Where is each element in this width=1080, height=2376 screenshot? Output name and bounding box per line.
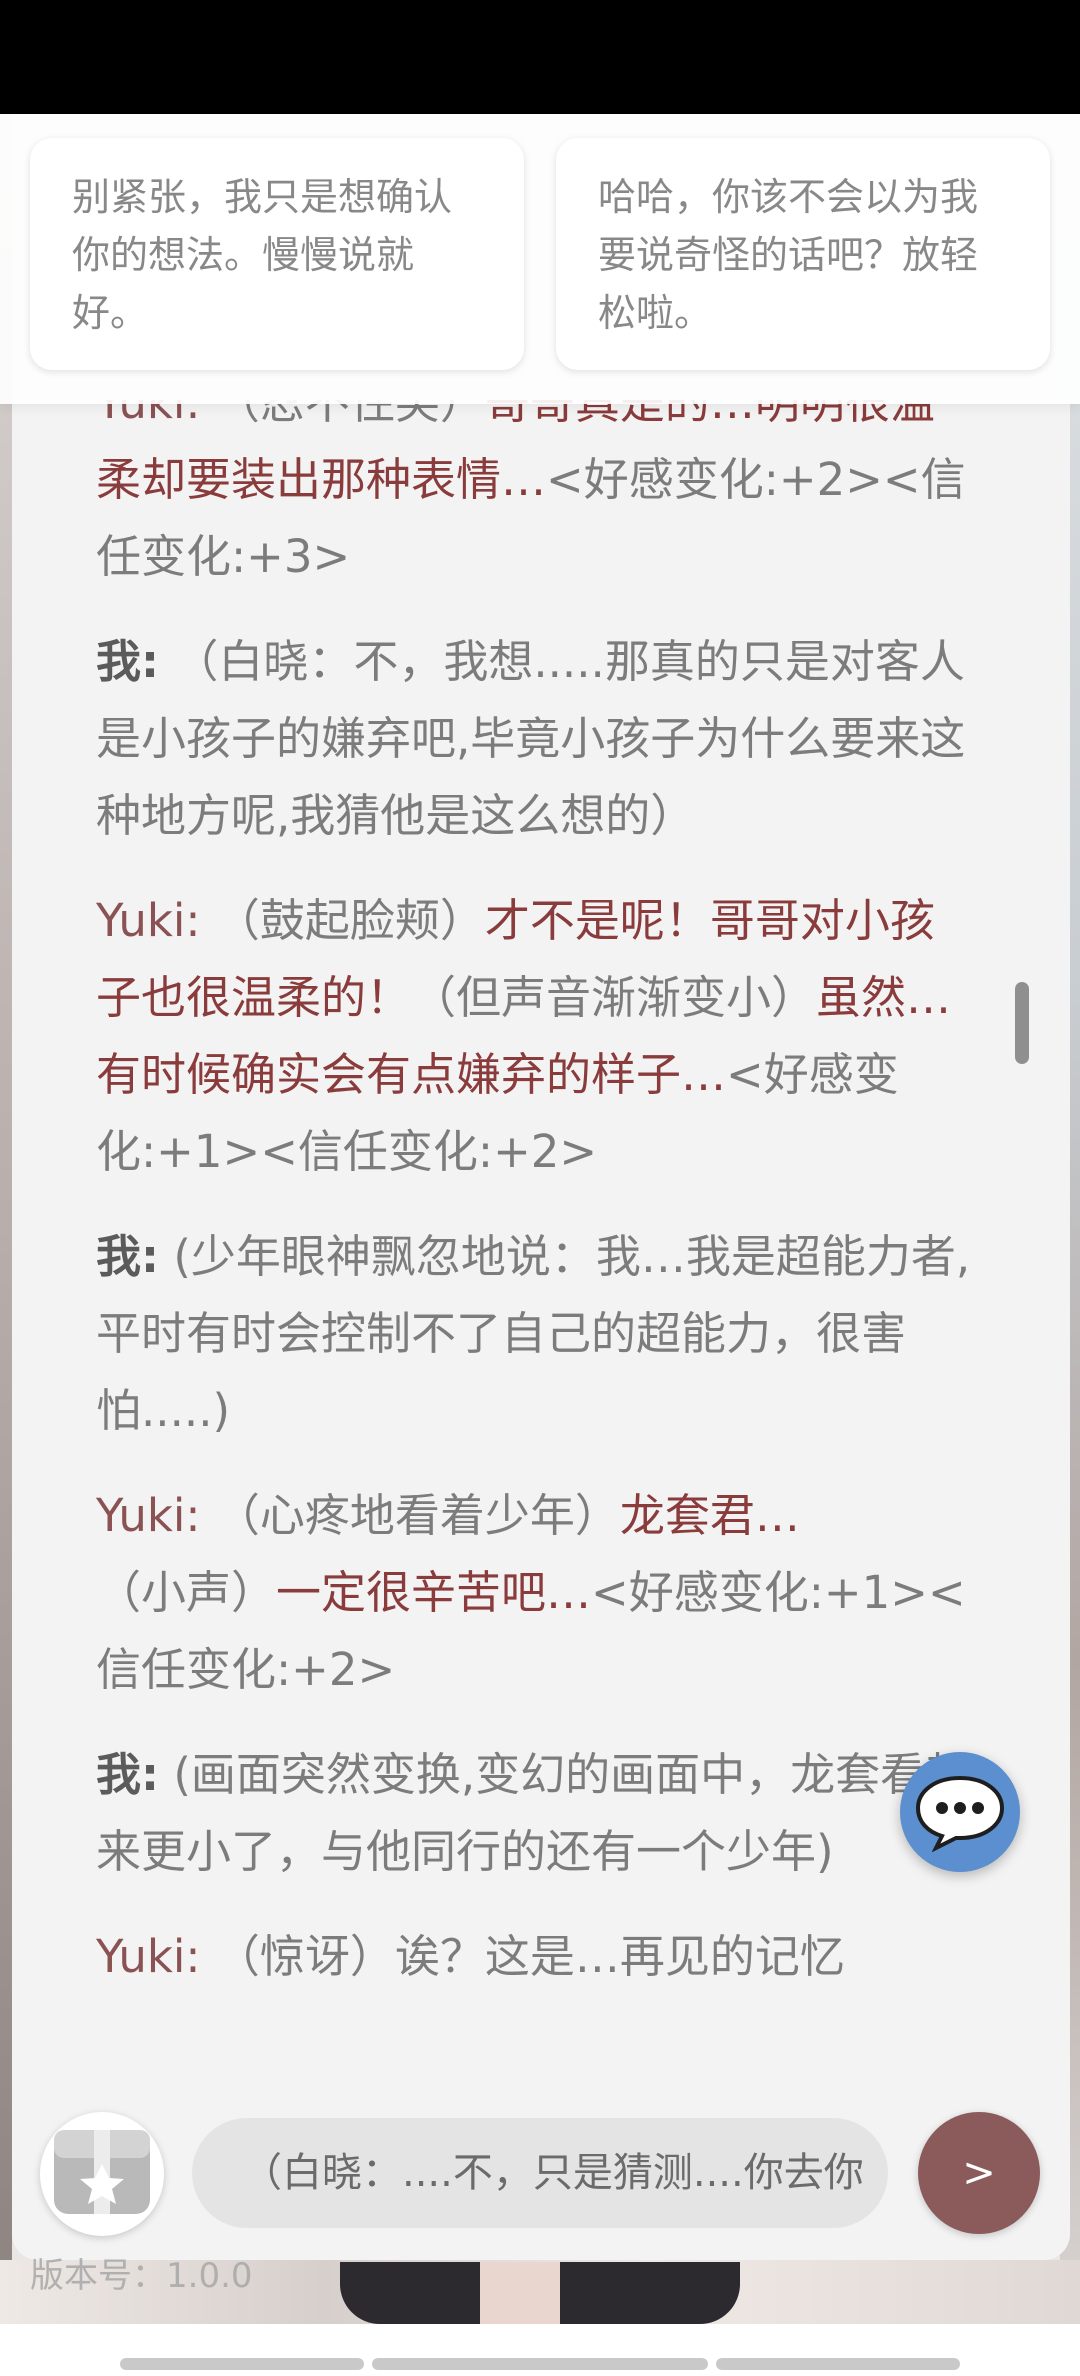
chat-message: 我: （白晓：不，我想.....那真的只是对客人是小孩子的嫌弃吧,毕竟小孩子为什… <box>12 623 1012 854</box>
suggestion-bar: 别紧张，我只是想确认你的想法。慢慢说就好。 哈哈，你该不会以为我要说奇怪的话吧？… <box>0 114 1080 404</box>
suggestion-text: 别紧张，我只是想确认你的想法。慢慢说就好。 <box>72 175 453 335</box>
background-image-left <box>0 114 12 2324</box>
chat-bubble-icon <box>915 1775 1005 1852</box>
floating-chat-button[interactable] <box>900 1752 1020 1872</box>
suggestion-text: 哈哈，你该不会以为我要说奇怪的话吧？放轻松啦。 <box>598 175 979 335</box>
scrollbar-thumb[interactable] <box>1015 982 1029 1064</box>
message-narration: （忍不住笑） <box>214 400 485 429</box>
message-speaker: Yuki: <box>96 1930 201 1983</box>
message-narration: （但声音渐渐变小） <box>411 971 817 1024</box>
send-icon: > <box>962 2150 996 2196</box>
message-speaker: 我: <box>96 1748 159 1801</box>
status-bar <box>0 0 1080 114</box>
suggestion-card[interactable]: 别紧张，我只是想确认你的想法。慢慢说就好。 <box>30 138 524 370</box>
gift-button[interactable] <box>40 2112 164 2236</box>
nav-segment[interactable] <box>120 2358 364 2370</box>
message-narration: （惊讶）诶？这是…再见的记忆 <box>214 1930 845 1983</box>
message-narration: （心疼地看着少年） <box>214 1489 620 1542</box>
message-speaker: Yuki: <box>96 894 201 947</box>
version-label: 版本号：1.0.0 <box>30 2256 253 2296</box>
message-narration: （小声） <box>96 1566 277 1619</box>
message-narration: （鼓起脸颊） <box>214 894 485 947</box>
message-dialogue: 一定很辛苦吧… <box>276 1566 592 1619</box>
message-speaker: Yuki: <box>96 1489 201 1542</box>
message-dialogue: 龙套君… <box>619 1489 800 1542</box>
message-list[interactable]: Yuki: （忍不住笑）哥哥真是的…明明很温柔却要装出那种表情…<好感变化:+2… <box>12 400 1012 2040</box>
message-narration: (画面突然变换,变幻的画面中，龙套看起来更小了，与他同行的还有一个少年) <box>96 1748 971 1878</box>
chat-message: 我: (少年眼神飘忽地说：我…我是超能力者,平时有时会控制不了自己的超能力，很害… <box>12 1218 1012 1449</box>
message-speaker: Yuki: <box>96 400 201 429</box>
message-speaker: 我: <box>96 635 159 688</box>
nav-segment[interactable] <box>372 2358 708 2370</box>
chat-message: Yuki: （心疼地看着少年）龙套君…（小声）一定很辛苦吧…<好感变化:+1><… <box>12 1477 1012 1708</box>
chat-message: 我: (画面突然变换,变幻的画面中，龙套看起来更小了，与他同行的还有一个少年) <box>12 1736 1012 1890</box>
suggestion-card[interactable]: 哈哈，你该不会以为我要说奇怪的话吧？放轻松啦。 <box>556 138 1050 370</box>
message-input-value: （白晓：....不，只是猜测....你去你 <box>242 2150 864 2196</box>
message-narration: （白晓：不，我想.....那真的只是对客人是小孩子的嫌弃吧,毕竟小孩子为什么要来… <box>96 635 966 842</box>
background-character-leg <box>480 2262 560 2324</box>
message-narration: (少年眼神飘忽地说：我…我是超能力者,平时有时会控制不了自己的超能力，很害怕..… <box>96 1230 971 1437</box>
message-input[interactable]: （白晓：....不，只是猜测....你去你 <box>192 2118 888 2228</box>
send-button[interactable]: > <box>918 2112 1040 2234</box>
nav-segment[interactable] <box>716 2358 960 2370</box>
chat-message: Yuki: （惊讶）诶？这是…再见的记忆 <box>12 1918 1012 1995</box>
gift-icon <box>54 2130 150 2214</box>
chat-message: Yuki: （鼓起脸颊）才不是呢！哥哥对小孩子也很温柔的！（但声音渐渐变小）虽然… <box>12 882 1012 1190</box>
chat-panel: Yuki: （忍不住笑）哥哥真是的…明明很温柔却要装出那种表情…<好感变化:+2… <box>12 400 1070 2260</box>
chat-message: Yuki: （忍不住笑）哥哥真是的…明明很温柔却要装出那种表情…<好感变化:+2… <box>12 400 1012 595</box>
message-speaker: 我: <box>96 1230 159 1283</box>
